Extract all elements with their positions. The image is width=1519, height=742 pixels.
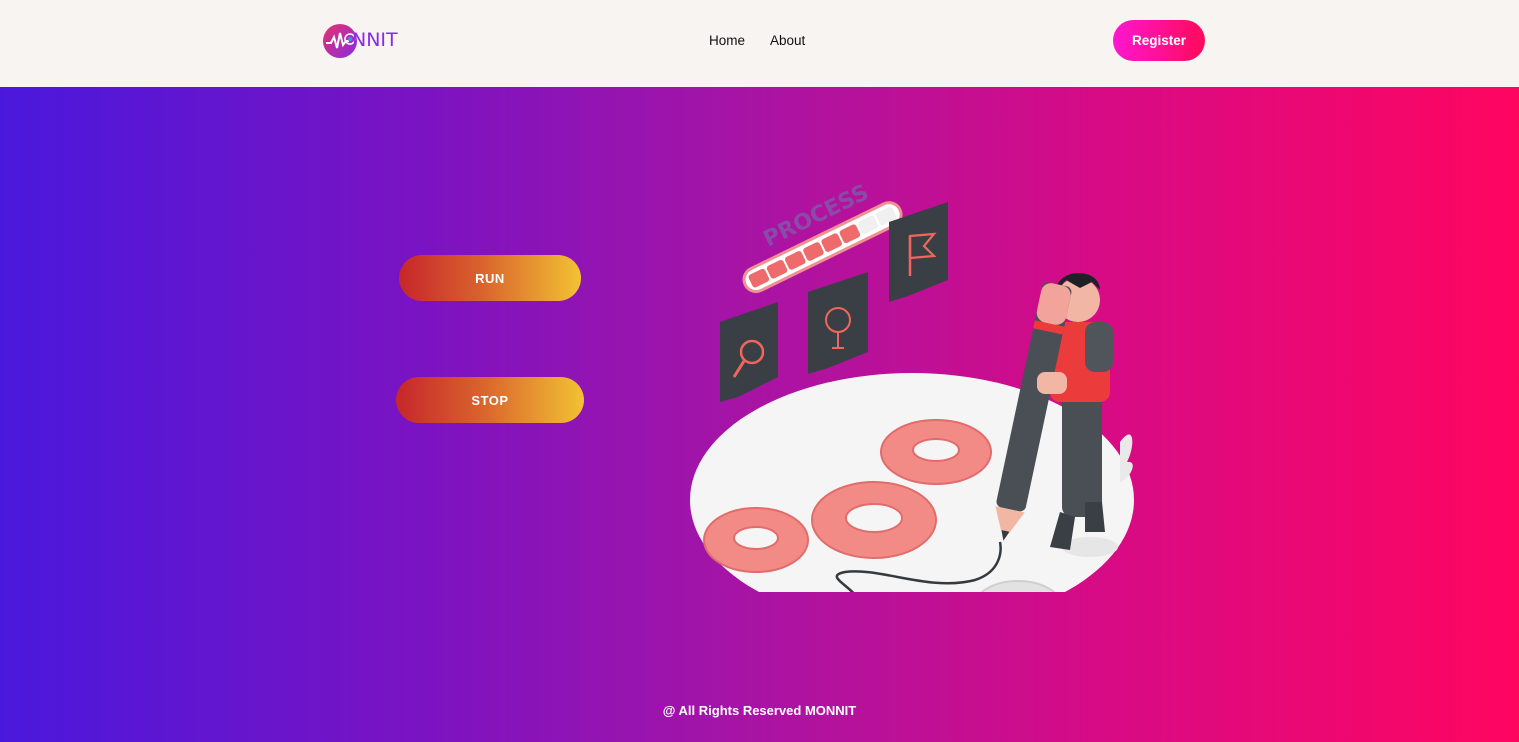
nav-about-link[interactable]: About bbox=[770, 33, 805, 48]
process-illustration: PROCESS bbox=[690, 180, 1134, 592]
nav-links: Home About bbox=[709, 33, 827, 48]
magnifier-panel bbox=[720, 302, 778, 402]
gear-center bbox=[811, 481, 937, 559]
person-hand bbox=[1037, 372, 1067, 394]
stop-button[interactable]: STOP bbox=[396, 377, 584, 423]
footer-copyright: @ All Rights Reserved MONNIT bbox=[662, 703, 857, 718]
top-navbar: NNIT Home About Register bbox=[0, 0, 1519, 87]
gear-left bbox=[703, 507, 809, 573]
hero-section: RUN STOP PROCESS @ All Rights Reserved M… bbox=[0, 87, 1519, 742]
gear-top bbox=[880, 419, 992, 485]
register-button[interactable]: Register bbox=[1113, 20, 1205, 61]
run-button[interactable]: RUN bbox=[399, 255, 581, 301]
monnit-logo[interactable]: NNIT bbox=[323, 24, 413, 62]
logo-text: NNIT bbox=[352, 29, 398, 51]
lightbulb-panel bbox=[808, 272, 868, 374]
nav-home-link[interactable]: Home bbox=[709, 33, 745, 48]
